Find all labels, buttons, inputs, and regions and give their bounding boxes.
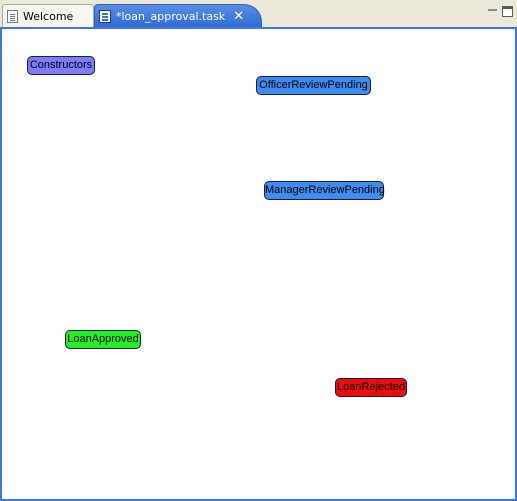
task-file-icon bbox=[99, 9, 111, 23]
node-label: ManagerReviewPending bbox=[265, 184, 385, 196]
node-manager-review-pending[interactable]: ManagerReviewPending bbox=[264, 181, 385, 200]
tab-welcome-label: Welcome bbox=[23, 9, 74, 23]
minimize-icon[interactable] bbox=[487, 6, 498, 17]
diagram-canvas[interactable]: Constructors OfficerReviewPending Manage… bbox=[0, 27, 517, 501]
node-label: OfficerReviewPending bbox=[259, 79, 368, 91]
tab-loan-approval[interactable]: *loan_approval.task ✕ bbox=[94, 4, 262, 27]
maximize-icon[interactable] bbox=[502, 6, 513, 17]
node-label: LoanRejected bbox=[337, 381, 405, 393]
node-label: Constructors bbox=[29, 59, 93, 71]
close-icon[interactable]: ✕ bbox=[233, 9, 244, 24]
node-loan-approved[interactable]: LoanApproved bbox=[65, 330, 141, 349]
document-icon bbox=[7, 9, 18, 23]
tab-loan-approval-label: *loan_approval.task bbox=[116, 9, 226, 23]
editor-window: Welcome *loan_approval.task ✕ Constructo… bbox=[0, 0, 517, 501]
node-label: LoanApproved bbox=[67, 333, 139, 345]
node-constructors[interactable]: Constructors bbox=[27, 56, 95, 75]
node-loan-rejected[interactable]: LoanRejected bbox=[335, 378, 407, 397]
tab-bar: Welcome *loan_approval.task ✕ bbox=[0, 0, 517, 27]
tab-welcome[interactable]: Welcome bbox=[2, 4, 94, 27]
view-controls bbox=[487, 6, 513, 17]
node-officer-review-pending[interactable]: OfficerReviewPending bbox=[256, 76, 371, 95]
